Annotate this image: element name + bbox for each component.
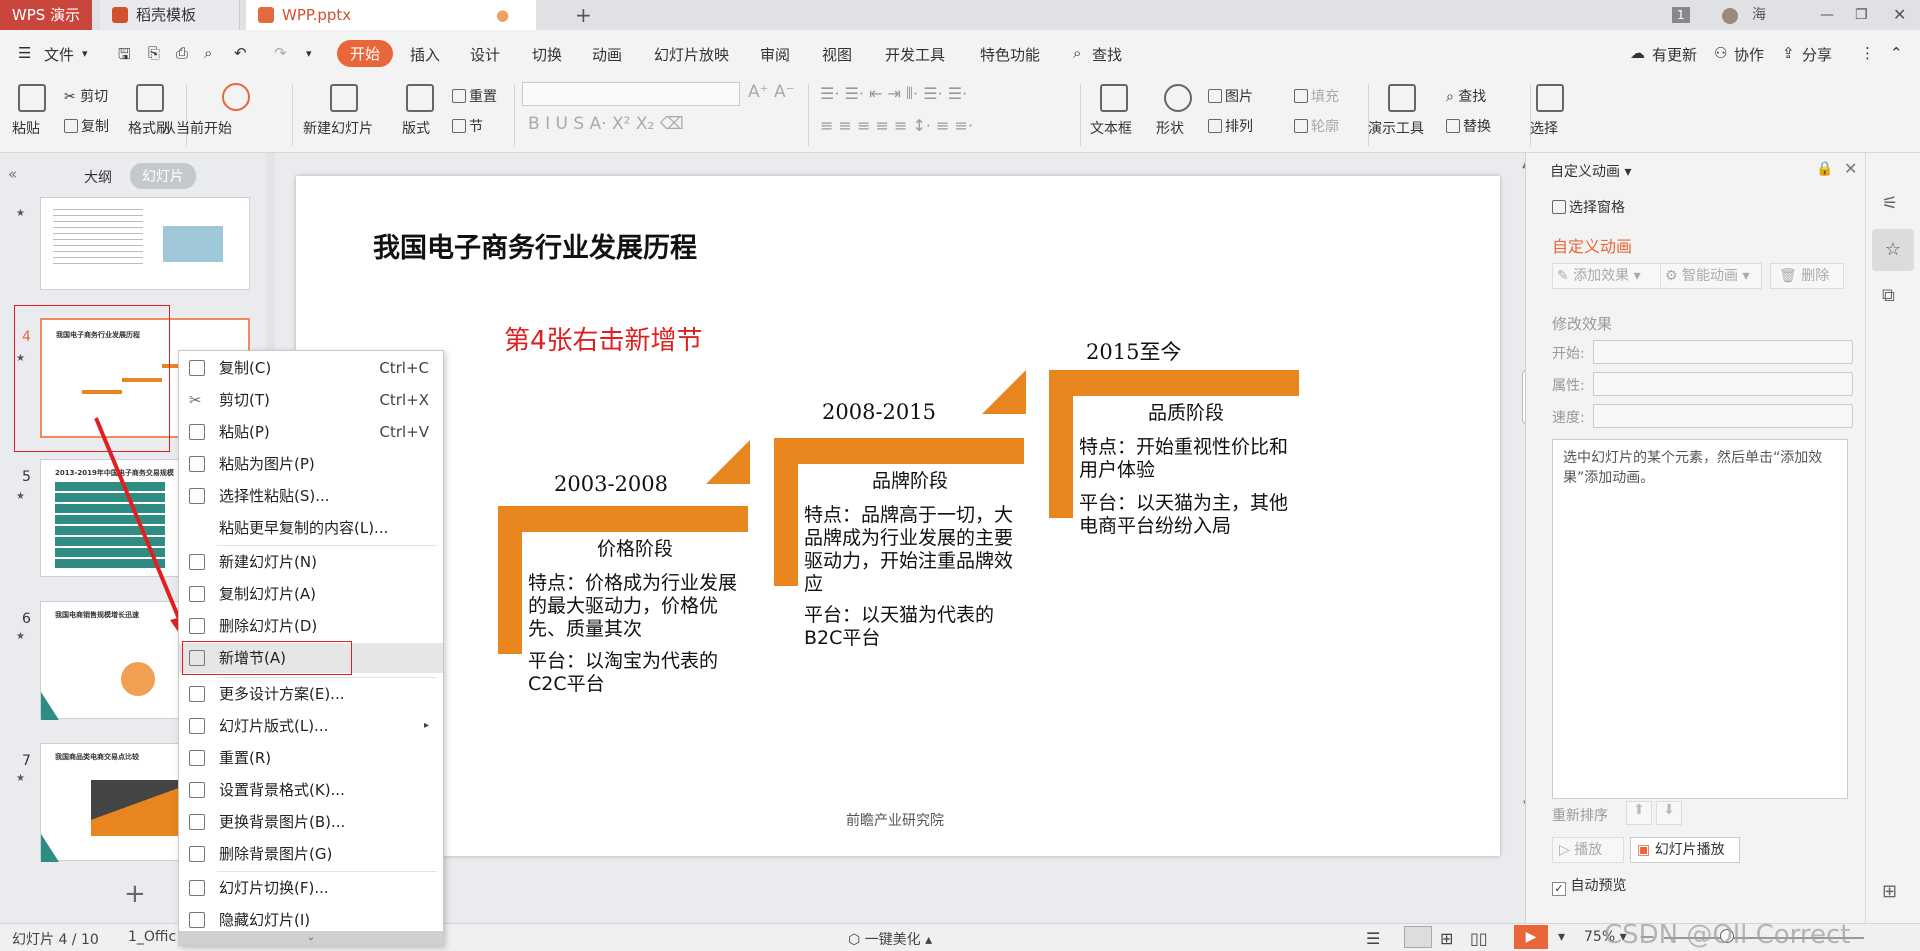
menu-item-label: 粘贴(P) xyxy=(219,423,270,441)
paste-icon xyxy=(189,424,205,440)
background-icon xyxy=(189,782,205,798)
menu-item-delete-slide[interactable]: 删除幻灯片(D) xyxy=(179,611,443,641)
menu-divider xyxy=(217,545,437,546)
menu-item-label: 粘贴为图片(P) xyxy=(219,455,315,473)
menu-item-label: 粘贴更早复制的内容(L)... xyxy=(219,519,389,537)
menu-item-label: 幻灯片版式(L)... xyxy=(219,717,329,735)
hide-slide-icon xyxy=(189,912,205,928)
menu-item-paste-special[interactable]: 选择性粘贴(S)... xyxy=(179,481,443,511)
menu-item-label: 新建幻灯片(N) xyxy=(219,553,317,571)
reset-icon xyxy=(189,750,205,766)
menu-item-label: 复制幻灯片(A) xyxy=(219,585,316,603)
menu-item-change-background[interactable]: 更换背景图片(B)... xyxy=(179,807,443,837)
menu-item-transition[interactable]: 幻灯片切换(F)... xyxy=(179,873,443,903)
submenu-arrow-icon: ▸ xyxy=(423,720,429,731)
menu-item-background-format[interactable]: 设置背景格式(K)... xyxy=(179,775,443,805)
menu-item-label: 更多设计方案(E)... xyxy=(219,685,345,703)
menu-item-slide-layout[interactable]: 幻灯片版式(L)... ▸ xyxy=(179,711,443,741)
menu-item-label: 删除背景图片(G) xyxy=(219,845,333,863)
transition-icon xyxy=(189,880,205,896)
menu-item-duplicate-slide[interactable]: 复制幻灯片(A) xyxy=(179,579,443,609)
scissors-icon: ✂ xyxy=(189,391,202,409)
menu-item-label: 重置(R) xyxy=(219,749,272,767)
delete-slide-icon xyxy=(189,618,205,634)
layout-icon xyxy=(189,718,205,734)
design-icon xyxy=(189,686,205,702)
menu-item-copy[interactable]: 复制(C) Ctrl+C xyxy=(179,353,443,383)
menu-item-cut[interactable]: ✂ 剪切(T) Ctrl+X xyxy=(179,385,443,415)
menu-item-label: 删除幻灯片(D) xyxy=(219,617,318,635)
change-picture-icon xyxy=(189,814,205,830)
paste-special-icon xyxy=(189,488,205,504)
copy-icon xyxy=(189,360,205,376)
highlight-box xyxy=(182,641,352,675)
paste-picture-icon xyxy=(189,456,205,472)
context-menu: 复制(C) Ctrl+C ✂ 剪切(T) Ctrl+X 粘贴(P) Ctrl+V 粘贴为… xyxy=(178,350,444,946)
menu-item-shortcut: Ctrl+V xyxy=(379,423,429,441)
menu-item-reset[interactable]: 重置(R) xyxy=(179,743,443,773)
new-slide-icon xyxy=(189,554,205,570)
menu-item-paste[interactable]: 粘贴(P) Ctrl+V xyxy=(179,417,443,447)
menu-item-paste-as-picture[interactable]: 粘贴为图片(P) xyxy=(179,449,443,479)
menu-item-shortcut: Ctrl+C xyxy=(379,359,429,377)
menu-item-shortcut: Ctrl+X xyxy=(379,391,429,409)
duplicate-icon xyxy=(189,586,205,602)
menu-item-new-slide[interactable]: 新建幻灯片(N) xyxy=(179,547,443,577)
delete-picture-icon xyxy=(189,846,205,862)
menu-scroll-down-icon[interactable]: ⌄ xyxy=(179,931,443,945)
menu-divider xyxy=(217,677,437,678)
menu-item-label: 选择性粘贴(S)... xyxy=(219,487,330,505)
menu-item-label: 更换背景图片(B)... xyxy=(219,813,346,831)
menu-item-paste-earlier[interactable]: 粘贴更早复制的内容(L)... xyxy=(179,513,443,543)
menu-item-label: 设置背景格式(K)... xyxy=(219,781,345,799)
menu-item-label: 幻灯片切换(F)... xyxy=(219,879,329,897)
menu-item-more-designs[interactable]: 更多设计方案(E)... xyxy=(179,679,443,709)
menu-item-delete-background[interactable]: 删除背景图片(G) xyxy=(179,839,443,869)
menu-item-label: 复制(C) xyxy=(219,359,272,377)
menu-divider xyxy=(217,871,437,872)
menu-item-label: 剪切(T) xyxy=(219,391,270,409)
